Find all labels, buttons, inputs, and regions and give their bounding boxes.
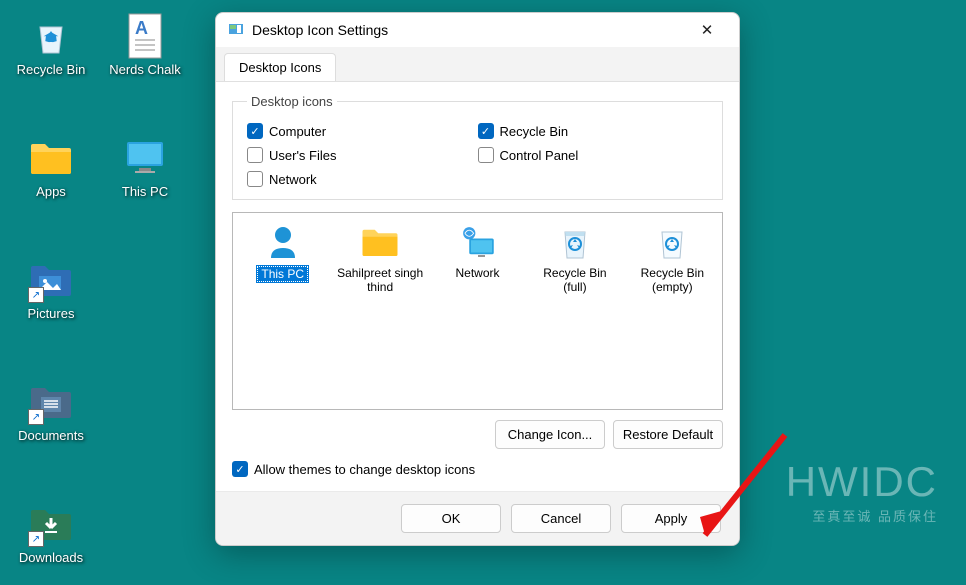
desktop-icon-label: Apps	[36, 184, 66, 199]
desktop-icon-apps[interactable]: Apps	[6, 134, 96, 199]
shortcut-arrow-icon: ↗	[28, 287, 44, 303]
shortcut-arrow-icon: ↗	[28, 409, 44, 425]
check-label: Recycle Bin	[500, 124, 569, 139]
folder-icon	[27, 134, 75, 182]
checkbox-unchecked-icon	[478, 147, 494, 163]
checkbox-checked-icon: ✓	[232, 461, 248, 477]
shortcut-arrow-icon: ↗	[28, 531, 44, 547]
dialog-titlebar[interactable]: Desktop Icon Settings ✕	[216, 13, 739, 47]
change-icon-button[interactable]: Change Icon...	[495, 420, 605, 449]
folder-icon	[359, 221, 401, 263]
network-icon	[457, 221, 499, 263]
desktop-icons-legend: Desktop icons	[247, 94, 337, 109]
check-allow-themes[interactable]: ✓ Allow themes to change desktop icons	[232, 461, 723, 477]
desktop-icon-label: Documents	[18, 428, 84, 443]
desktop-icon-label: Nerds Chalk	[109, 62, 181, 77]
desktop-icon-label: Pictures	[28, 306, 75, 321]
checkbox-checked-icon: ✓	[247, 123, 263, 139]
desktop-icon-settings-dialog: Desktop Icon Settings ✕ Desktop Icons De…	[215, 12, 740, 546]
monitor-icon	[121, 134, 169, 182]
iconlist-label: Sahilpreet singh thind	[336, 266, 423, 294]
checkbox-checked-icon: ✓	[478, 123, 494, 139]
settings-titlebar-icon	[228, 22, 244, 38]
iconlist-label: Network	[456, 266, 500, 280]
dialog-title: Desktop Icon Settings	[252, 22, 679, 38]
desktop-icon-recycle-bin[interactable]: Recycle Bin	[6, 12, 96, 77]
tab-strip: Desktop Icons	[216, 47, 739, 82]
icon-preview-list[interactable]: This PC Sahilpreet singh thind Network R…	[232, 212, 723, 410]
desktop-icons-fieldset: Desktop icons ✓ Computer ✓ Recycle Bin U…	[232, 94, 723, 200]
desktop-icon-label: This PC	[122, 184, 168, 199]
check-users-files[interactable]: User's Files	[247, 147, 478, 163]
iconlist-user-folder[interactable]: Sahilpreet singh thind	[336, 221, 423, 401]
user-pc-icon	[262, 221, 304, 263]
check-control-panel[interactable]: Control Panel	[478, 147, 709, 163]
check-label: User's Files	[269, 148, 337, 163]
check-recycle-bin[interactable]: ✓ Recycle Bin	[478, 123, 709, 139]
watermark: HWIDC 至真至诚 品质保住	[786, 458, 938, 525]
ok-button[interactable]: OK	[401, 504, 501, 533]
checkbox-unchecked-icon	[247, 147, 263, 163]
tab-desktop-icons[interactable]: Desktop Icons	[224, 53, 336, 81]
allow-themes-label: Allow themes to change desktop icons	[254, 462, 475, 477]
desktop-icon-this-pc[interactable]: This PC	[100, 134, 190, 199]
check-label: Computer	[269, 124, 326, 139]
check-label: Control Panel	[500, 148, 579, 163]
iconlist-label: This PC	[257, 266, 308, 282]
iconlist-recyclebin-full[interactable]: Recycle Bin (full)	[531, 221, 618, 401]
check-network[interactable]: Network	[247, 171, 478, 187]
iconlist-label: Recycle Bin (empty)	[629, 266, 716, 294]
recycle-bin-empty-icon	[651, 221, 693, 263]
desktop-icon-pictures[interactable]: ↗ Pictures	[6, 256, 96, 321]
check-label: Network	[269, 172, 317, 187]
desktop-icon-nerds-chalk[interactable]: A Nerds Chalk	[100, 12, 190, 77]
iconlist-network[interactable]: Network	[434, 221, 521, 401]
cancel-button[interactable]: Cancel	[511, 504, 611, 533]
apply-button[interactable]: Apply	[621, 504, 721, 533]
iconlist-recyclebin-empty[interactable]: Recycle Bin (empty)	[629, 221, 716, 401]
desktop-icon-documents[interactable]: ↗ Documents	[6, 378, 96, 443]
document-icon: A	[121, 12, 169, 60]
iconlist-this-pc[interactable]: This PC	[239, 221, 326, 401]
iconlist-label: Recycle Bin (full)	[531, 266, 618, 294]
recycle-bin-icon	[27, 12, 75, 60]
restore-default-button[interactable]: Restore Default	[613, 420, 723, 449]
watermark-small-text: 至真至诚 品质保住	[786, 506, 938, 525]
desktop-icon-label: Downloads	[19, 550, 83, 565]
desktop-icon-downloads[interactable]: ↗ Downloads	[6, 500, 96, 565]
close-button[interactable]: ✕	[687, 21, 727, 39]
watermark-big-text: HWIDC	[786, 458, 938, 506]
check-computer[interactable]: ✓ Computer	[247, 123, 478, 139]
checkbox-unchecked-icon	[247, 171, 263, 187]
desktop-icon-label: Recycle Bin	[17, 62, 86, 77]
recycle-bin-full-icon	[554, 221, 596, 263]
svg-text:A: A	[135, 18, 148, 38]
